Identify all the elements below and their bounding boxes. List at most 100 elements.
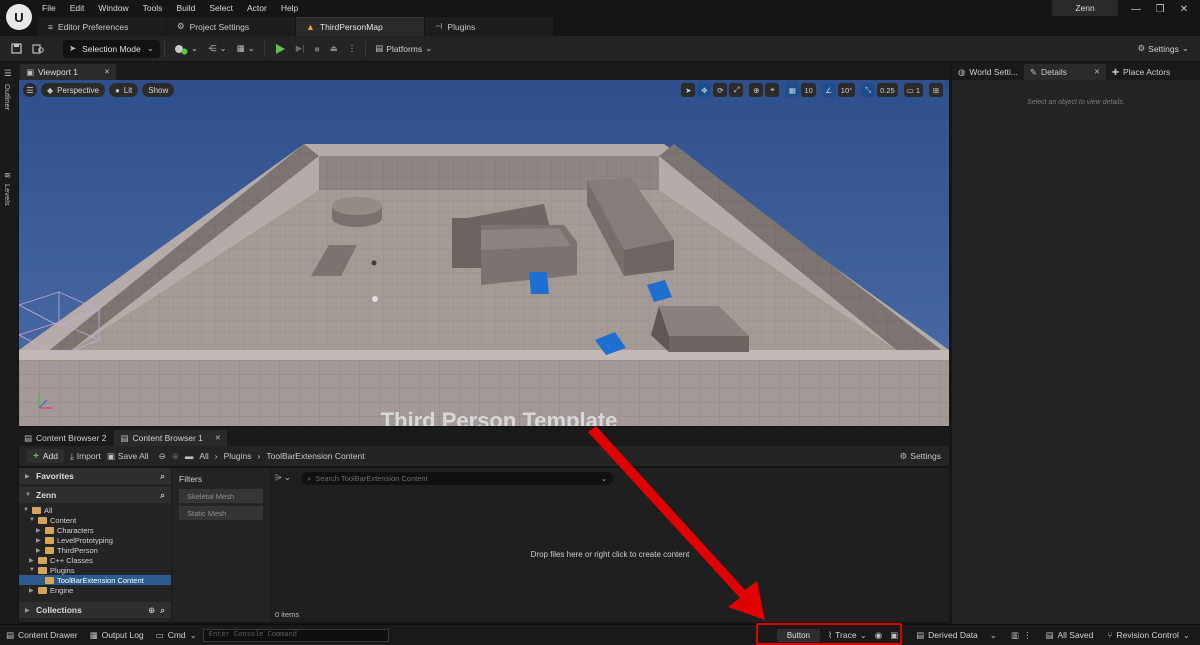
tab-third-person-map[interactable]: ▲ ThirdPersonMap (296, 17, 424, 36)
search-icon[interactable]: ⌕ (160, 490, 165, 501)
blueprint-button[interactable]: ⋲ ⌄ (203, 39, 232, 59)
save-button[interactable] (6, 39, 27, 59)
search-icon[interactable]: ⌕ (160, 471, 165, 482)
show-dropdown[interactable]: Show (142, 83, 175, 97)
filter-dropdown-button[interactable]: ⩥ ⌄ (275, 472, 291, 483)
menu-help[interactable]: Help (281, 3, 304, 13)
step-button[interactable]: ▶| (291, 39, 310, 59)
stop-button[interactable]: ■ (310, 39, 325, 59)
tab-details[interactable]: ✎ Details ✕ (1023, 64, 1106, 80)
tree-item-engine[interactable]: ▶ Engine (19, 585, 171, 595)
stats-button[interactable]: ▥ ⋮ (1005, 627, 1038, 644)
tab-plugins[interactable]: ⊣ Plugins (425, 17, 553, 36)
project-header[interactable]: ▼ Zenn ⌕ (19, 487, 171, 503)
viewport-scene (19, 80, 949, 426)
add-collection-icon[interactable]: ⊕ (148, 605, 155, 616)
scale-tool[interactable]: ⤢ (729, 83, 744, 97)
select-tool[interactable]: ➤ (681, 83, 696, 97)
close-icon[interactable]: ✕ (1172, 2, 1196, 16)
save-all-button[interactable]: ▣ Save All (107, 451, 149, 462)
tab-place-actors[interactable]: ✚ Place Actors (1106, 64, 1176, 80)
close-icon[interactable]: ✕ (1094, 68, 1100, 76)
grid-snap-value[interactable]: 10 (801, 83, 816, 97)
viewport-menu-button[interactable]: ☰ (23, 83, 37, 97)
content-settings-button[interactable]: ⚙ Settings (900, 451, 941, 462)
rotation-snap-value[interactable]: 10° (837, 83, 856, 97)
tree-item-thirdperson[interactable]: ▶ ThirdPerson (19, 545, 171, 555)
breadcrumb-plugins[interactable]: Plugins (224, 451, 252, 461)
unreal-logo-icon[interactable]: U (6, 4, 32, 30)
revision-control-dropdown[interactable]: ⑂ Revision Control ⌄ (1101, 627, 1196, 644)
minimize-icon[interactable]: — (1124, 2, 1148, 16)
menu-tools[interactable]: Tools (143, 3, 169, 13)
filter-skeletal-mesh[interactable]: Skeletal Mesh (179, 489, 263, 503)
scale-snap-toggle[interactable]: ⤡ (861, 83, 876, 97)
menu-window[interactable]: Window (98, 3, 134, 13)
console-command-input[interactable]: Enter Console Command (202, 628, 389, 642)
menu-actor[interactable]: Actor (247, 3, 273, 13)
blueprint-icon: ⋲ (207, 43, 217, 53)
tab-outliner[interactable]: Outliner (3, 84, 12, 110)
tab-project-settings[interactable]: ⚙ Project Settings (167, 17, 295, 36)
tree-item-content[interactable]: ▼ Content (19, 515, 171, 525)
menu-file[interactable]: File (42, 3, 62, 13)
close-icon[interactable]: ✕ (104, 68, 110, 76)
tab-content-browser-2[interactable]: ▤ Content Browser 2 (18, 430, 112, 446)
cmd-dropdown[interactable]: ▭ Cmd ⌄ (150, 627, 203, 644)
forward-icon[interactable]: ⊕ (172, 451, 179, 462)
world-local-toggle[interactable]: ⊕ (749, 83, 764, 97)
tree-item-cpp-classes[interactable]: ▶ C++ Classes (19, 555, 171, 565)
output-log-button[interactable]: ▦ Output Log (84, 627, 150, 644)
chevron-down-icon[interactable]: ⌄ (601, 474, 607, 483)
breadcrumb-current[interactable]: ToolBarExtension Content (266, 451, 364, 461)
tree-item-plugins[interactable]: ▼ Plugins (19, 565, 171, 575)
asset-view[interactable]: ⩥ ⌄ ⌕ Search ToolBarExtension Content ⌄ … (271, 468, 949, 622)
tab-viewport-1[interactable]: ▣ Viewport 1 ✕ (20, 64, 116, 80)
cinematics-button[interactable]: ▦ ⌄ (232, 39, 260, 59)
maximize-viewport-button[interactable]: ⊞ (929, 83, 943, 97)
menu-select[interactable]: Select (209, 3, 239, 13)
camera-speed-button[interactable]: ▭ 1 (903, 83, 923, 97)
tree-item-toolbarextension-content[interactable]: ToolBarExtension Content (19, 575, 171, 585)
selection-mode-dropdown[interactable]: ➤ Selection Mode ⌄ (63, 39, 160, 58)
filter-static-mesh[interactable]: Static Mesh (179, 506, 263, 520)
menu-build[interactable]: Build (176, 3, 201, 13)
eject-button[interactable]: ⏏ (325, 39, 343, 59)
grid-snap-toggle[interactable]: ▦ (785, 83, 800, 97)
tab-levels[interactable]: Levels (3, 184, 12, 206)
menu-edit[interactable]: Edit (70, 3, 91, 13)
tree-item-all[interactable]: ▼ All (19, 505, 171, 515)
platforms-dropdown[interactable]: ▤ Platforms ⌄ (370, 39, 437, 59)
search-icon[interactable]: ⌕ (160, 605, 165, 616)
tree-item-levelprototyping[interactable]: ▶ LevelPrototyping (19, 535, 171, 545)
import-button[interactable]: ⤓ Import (70, 451, 101, 462)
content-browse-button[interactable] (27, 39, 49, 59)
rotate-tool[interactable]: ⟳ (713, 83, 728, 97)
tree-item-characters[interactable]: ▶ Characters (19, 525, 171, 535)
all-saved-button[interactable]: ▤ All Saved (1039, 627, 1099, 644)
play-button[interactable] (269, 39, 291, 59)
play-options-button[interactable]: ⋮ (343, 39, 362, 59)
collections-header[interactable]: ▶ Collections ⊕ ⌕ (19, 602, 171, 618)
add-button[interactable]: + Add (27, 449, 64, 463)
perspective-dropdown[interactable]: ◆ Perspective (41, 83, 105, 97)
translate-tool[interactable]: ✥ (697, 83, 712, 97)
breadcrumb-all[interactable]: All (199, 451, 208, 461)
settings-dropdown[interactable]: ⚙ Settings ⌄ (1133, 39, 1194, 59)
derived-data-dropdown[interactable]: ▤ Derived Data ⌄ (910, 627, 1003, 644)
restore-icon[interactable]: ❐ (1148, 2, 1172, 16)
lit-dropdown[interactable]: ● Lit (108, 83, 139, 97)
rotation-snap-toggle[interactable]: ∠ (821, 83, 836, 97)
surface-snap-toggle[interactable]: ⌖ (765, 83, 780, 97)
close-icon[interactable]: ✕ (215, 434, 221, 442)
tab-world-settings[interactable]: ◍ World Setti... (952, 64, 1024, 80)
scale-snap-value[interactable]: 0.25 (877, 83, 898, 97)
level-viewport[interactable]: Third Person Template ☰ ◆ Perspective ● … (19, 80, 949, 426)
asset-search-input[interactable]: ⌕ Search ToolBarExtension Content ⌄ (301, 472, 613, 485)
tab-editor-preferences[interactable]: ≡ Editor Preferences (38, 17, 166, 36)
content-drawer-button[interactable]: ▤ Content Drawer (0, 627, 84, 644)
back-icon[interactable]: ⊖ (159, 451, 166, 462)
favorites-header[interactable]: ▶ Favorites ⌕ (19, 468, 171, 484)
tab-content-browser-1[interactable]: ▤ Content Browser 1 ✕ (114, 430, 227, 446)
add-actor-button[interactable]: ⌄ (169, 39, 203, 59)
